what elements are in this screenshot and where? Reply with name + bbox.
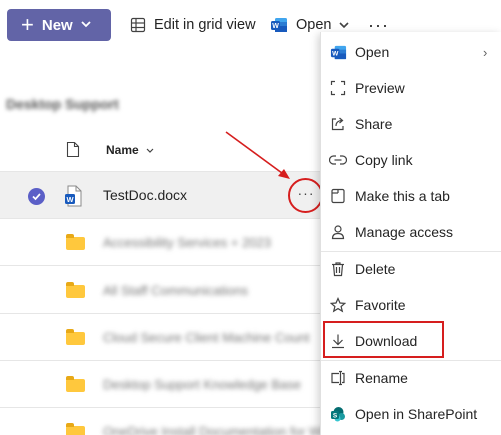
- word-icon: W: [271, 18, 287, 32]
- menu-item-favorite[interactable]: Favorite: [321, 287, 501, 323]
- folder-icon: [66, 376, 85, 392]
- folder-name[interactable]: All Staff Communications: [103, 283, 248, 298]
- table-row[interactable]: Accessibility Services + 2023: [0, 219, 330, 266]
- new-button-label: New: [41, 16, 73, 34]
- folder-icon: [66, 423, 85, 435]
- menu-item-label: Copy link: [355, 152, 413, 168]
- menu-item-label: Make this a tab: [355, 188, 450, 204]
- svg-text:S: S: [333, 413, 338, 420]
- tab-icon: [329, 187, 347, 205]
- table-row[interactable]: All Staff Communications: [0, 267, 330, 314]
- sharepoint-icon: S: [329, 405, 347, 423]
- menu-item-label: Manage access: [355, 224, 454, 240]
- annotation-highlight-box: [323, 321, 444, 358]
- menu-item-share[interactable]: Share: [321, 106, 501, 142]
- library-title: Desktop Support: [6, 96, 119, 112]
- menu-item-label: Favorite: [355, 297, 406, 313]
- menu-item-label: Preview: [355, 80, 405, 96]
- grid-icon: [130, 17, 146, 33]
- link-icon: [329, 151, 347, 169]
- edit-grid-view-label: Edit in grid view: [154, 17, 256, 33]
- folder-name[interactable]: OneDrive Install Documentation for Win: [103, 424, 331, 435]
- trash-icon: [329, 260, 347, 278]
- person-icon: [329, 223, 347, 241]
- share-icon: [329, 115, 347, 133]
- folder-name[interactable]: Desktop Support Knowledge Base: [103, 377, 301, 392]
- preview-icon: [329, 79, 347, 97]
- table-row[interactable]: OneDrive Install Documentation for Win: [0, 408, 331, 435]
- menu-item-label: Delete: [355, 261, 396, 277]
- menu-item-open[interactable]: W Open ›: [321, 34, 501, 70]
- menu-item-make-tab[interactable]: Make this a tab: [321, 178, 501, 214]
- chevron-down-icon: [81, 19, 91, 31]
- menu-item-open-sharepoint[interactable]: S Open in SharePoint: [321, 396, 501, 432]
- svg-text:W: W: [272, 23, 279, 30]
- chevron-down-icon: [146, 146, 154, 155]
- plus-icon: +: [21, 12, 34, 37]
- edit-grid-view-button[interactable]: Edit in grid view: [130, 9, 256, 41]
- menu-item-rename[interactable]: Rename: [321, 360, 501, 396]
- svg-text:W: W: [332, 50, 339, 57]
- table-row[interactable]: Cloud Secure Client Machine Count: [0, 314, 330, 361]
- menu-item-preview[interactable]: Preview: [321, 70, 501, 106]
- menu-item-label: Rename: [355, 370, 408, 386]
- menu-item-manage-access[interactable]: Manage access: [321, 214, 501, 250]
- chevron-right-icon: ›: [483, 44, 488, 60]
- rename-icon: [329, 369, 347, 387]
- file-name[interactable]: TestDoc.docx: [103, 187, 187, 203]
- chevron-down-icon: [339, 21, 350, 28]
- folder-icon: [66, 329, 85, 345]
- menu-item-delete[interactable]: Delete: [321, 251, 501, 287]
- folder-name[interactable]: Accessibility Services + 2023: [103, 235, 271, 250]
- menu-item-label: Open: [355, 44, 390, 60]
- word-document-icon: W: [64, 185, 82, 212]
- word-icon: W: [329, 43, 347, 61]
- name-column-header[interactable]: Name: [106, 143, 154, 157]
- name-header-label: Name: [106, 143, 139, 157]
- menu-item-label: Open in SharePoint: [355, 406, 478, 422]
- new-button[interactable]: + New: [7, 9, 111, 41]
- star-icon: [329, 296, 347, 314]
- menu-item-label: Share: [355, 116, 393, 132]
- file-type-header-icon[interactable]: [66, 141, 80, 163]
- open-button-label: Open: [296, 17, 332, 33]
- context-menu: W Open › Preview Share Copy link Make th…: [320, 32, 501, 435]
- folder-icon: [66, 234, 85, 250]
- svg-text:W: W: [66, 195, 74, 204]
- folder-name[interactable]: Cloud Secure Client Machine Count: [103, 330, 310, 345]
- annotation-arrow: [225, 131, 290, 179]
- selected-check-icon[interactable]: [28, 188, 45, 205]
- folder-icon: [66, 282, 85, 298]
- table-row[interactable]: Desktop Support Knowledge Base: [0, 361, 330, 408]
- menu-item-copy-link[interactable]: Copy link: [321, 142, 501, 178]
